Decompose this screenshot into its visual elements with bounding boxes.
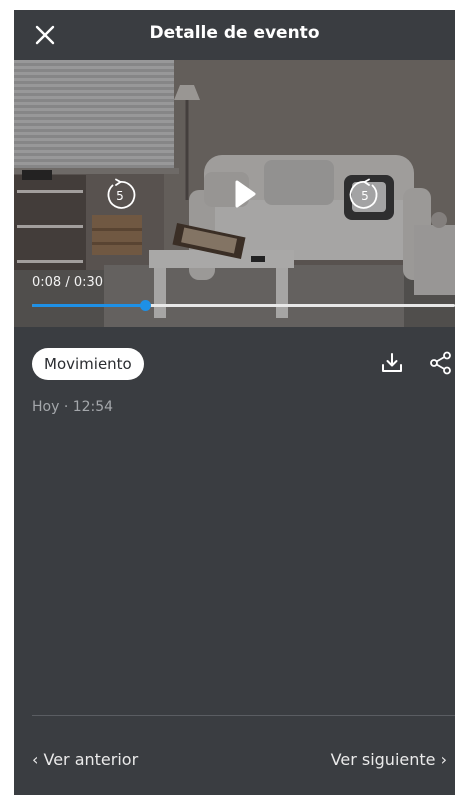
page-title: Detalle de evento [149, 23, 320, 43]
rewind-seconds-label: 5 [116, 189, 124, 203]
header: Detalle de evento [14, 10, 455, 60]
forward-button[interactable]: 5 [347, 177, 383, 213]
time-display: 0:08 / 0:30 [32, 275, 104, 290]
download-button[interactable] [379, 350, 405, 376]
download-icon [382, 353, 402, 372]
play-icon [235, 180, 256, 208]
event-timestamp: Hoy · 12:54 [32, 399, 114, 415]
previous-event-label: Ver anterior [43, 750, 139, 769]
forward-seconds-label: 5 [361, 189, 369, 203]
divider [32, 715, 455, 716]
share-icon [430, 351, 451, 375]
progress-handle[interactable] [139, 300, 151, 311]
forward-icon: 5 [349, 178, 378, 209]
share-button[interactable] [428, 350, 454, 376]
previous-event-button[interactable]: ‹ Ver anterior [32, 750, 138, 769]
progress-fill [32, 304, 145, 307]
event-detail-screen: Detalle de evento 5 5 0:08 / 0:30 Movimi… [14, 10, 455, 795]
rewind-button[interactable]: 5 [102, 177, 138, 213]
video-player[interactable]: 5 5 0:08 / 0:30 [14, 60, 455, 327]
next-event-button[interactable]: Ver siguiente › [331, 750, 447, 769]
next-event-label: Ver siguiente [330, 750, 436, 769]
progress-bar[interactable] [32, 300, 455, 311]
rewind-icon: 5 [107, 178, 136, 209]
event-type-badge: Movimiento [32, 348, 144, 380]
play-button[interactable] [230, 177, 260, 211]
chevron-left-icon: ‹ [32, 750, 39, 769]
chevron-right-icon: › [440, 750, 447, 769]
